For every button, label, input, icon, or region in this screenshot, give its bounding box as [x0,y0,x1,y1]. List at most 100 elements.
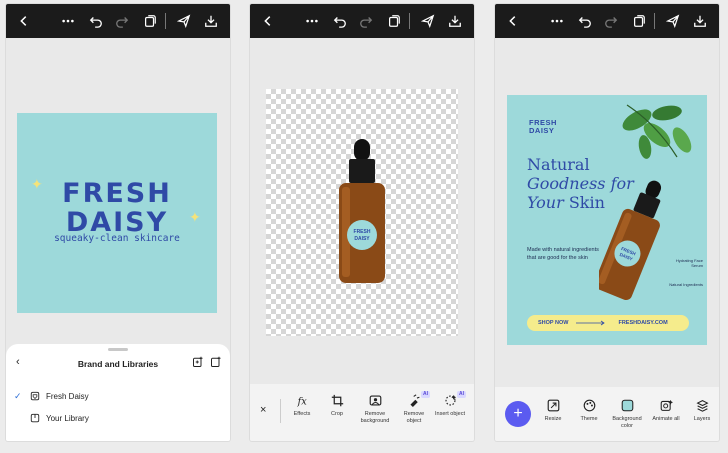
download-icon [205,15,217,27]
more-button[interactable] [58,4,78,38]
undo-icon [578,17,591,28]
chevron-left-icon [20,16,27,26]
send-icon [421,14,435,28]
tool-label: Theme [580,416,598,422]
shop-now-bar[interactable]: SHOP NOW FRESHDAISY.COM [527,315,689,331]
editor-panel-ad: FRESH DAISY Natural Goodness for Your Sk… [495,4,719,441]
tool-layers[interactable]: Layers [687,399,717,423]
undo-button[interactable] [575,4,595,38]
insert-object-icon [444,394,456,406]
layers-icon [695,400,709,412]
tool-label: Remove object [403,411,425,424]
tool-effects[interactable]: fx Effects [284,394,320,418]
brand-libraries-sheet: ‹ Brand and Libraries ✓ Fresh Daisy Your… [6,344,230,441]
brand-artwork[interactable]: FRESH DAISY squeaky-clean skincare ✦ ✦ [17,113,217,313]
tool-label: Remove background [360,411,390,424]
back-button[interactable] [503,4,523,38]
chevron-left-icon [264,16,271,26]
ad-logo: FRESH DAISY [529,118,557,135]
redo-button[interactable] [356,4,376,38]
top-toolbar [250,4,474,38]
download-button[interactable] [445,4,465,38]
sparkle-icon: ✦ [31,176,43,192]
redo-icon [605,17,618,28]
tool-label: Crop [331,411,343,417]
share-button[interactable] [663,4,683,38]
sparkle-icon: ✦ [189,209,201,225]
pages-button[interactable] [384,4,404,38]
brand-icon [30,391,40,401]
tool-label: Resize [544,416,562,422]
toolbar-divider [654,13,655,29]
chevron-left-icon [509,16,516,26]
library-item-label: Your Library [46,413,89,423]
top-toolbar [495,4,719,38]
pages-icon [634,15,645,27]
send-icon [177,14,191,28]
library-add-icon[interactable] [210,356,222,368]
brand-name-line1: FRESH [62,178,172,209]
download-button[interactable] [201,4,221,38]
tool-animate-all[interactable]: Animate all [651,399,681,423]
undo-button[interactable] [330,4,350,38]
remove-object-icon [409,394,420,407]
library-item-label: Fresh Daisy [46,391,89,401]
shop-now-label: SHOP NOW [538,320,569,326]
ad-body-text: Made with natural ingredients that are g… [527,247,599,261]
tool-label: Background color [612,416,642,429]
resize-icon [547,399,559,412]
more-button[interactable] [547,4,567,38]
back-button[interactable] [258,4,278,38]
remove-background-icon [369,395,381,406]
serum-bottle-image[interactable]: FRESH DAISY [599,175,669,305]
svg-text:FRESH: FRESH [354,229,371,235]
serum-bottle-image[interactable]: FRESH DAISY [332,137,392,287]
library-item-fresh-daisy[interactable]: ✓ Fresh Daisy [14,389,89,403]
redo-icon [360,17,373,28]
share-button[interactable] [174,4,194,38]
tool-crop[interactable]: Crop [319,394,355,418]
more-button[interactable] [302,4,322,38]
tool-insert-object[interactable]: AI Insert object [432,391,468,418]
tool-remove-object[interactable]: AI Remove object [396,391,432,425]
tool-background-color[interactable]: Background color [612,399,642,430]
crop-icon [331,394,343,407]
undo-icon [89,17,102,28]
close-button[interactable]: × [260,404,266,416]
top-toolbar [6,4,230,38]
redo-button[interactable] [601,4,621,38]
library-item-your-library[interactable]: Your Library [14,411,89,425]
background-color-icon [621,399,633,412]
ai-badge: AI [421,391,430,398]
ad-artwork[interactable]: FRESH DAISY Natural Goodness for Your Sk… [507,95,707,345]
undo-icon [333,17,346,28]
pages-button[interactable] [629,4,649,38]
sheet-drag-handle[interactable] [108,348,128,351]
svg-text:DAISY: DAISY [354,236,370,242]
redo-icon [116,17,129,28]
download-icon [449,15,461,27]
toolbar-divider [409,13,410,29]
theme-icon [583,399,595,412]
tool-remove-background[interactable]: Remove background [357,394,393,425]
add-button[interactable]: + [505,401,531,427]
more-icon [62,19,74,23]
toolbar-divider [280,399,281,423]
pages-button[interactable] [140,4,160,38]
fx-icon: fx [296,397,307,407]
tool-theme[interactable]: Theme [574,399,604,423]
brand-tagline: squeaky-clean skincare [54,233,180,244]
editor-panel-product: FRESH DAISY × fx Effects Crop Remove bac… [250,4,474,441]
redo-button[interactable] [112,4,132,38]
tool-resize[interactable]: Resize [538,399,568,423]
share-button[interactable] [418,4,438,38]
ad-note-2: Natural Ingredients [669,282,703,287]
download-button[interactable] [690,4,710,38]
brand-kit-add-icon[interactable] [192,356,204,368]
back-button[interactable] [14,4,34,38]
svg-text:fx: fx [296,397,307,407]
undo-button[interactable] [86,4,106,38]
ad-note-1: Hydrating Face Serum [675,258,703,268]
pages-icon [145,15,156,27]
transparent-canvas[interactable]: FRESH DAISY [266,89,458,336]
